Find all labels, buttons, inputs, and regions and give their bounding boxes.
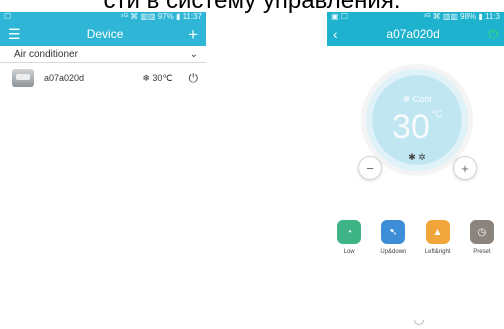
- device-row[interactable]: a07a020d ❄ 30℃ ⏻: [0, 63, 206, 93]
- section-header[interactable]: Air conditioner ⌄: [0, 46, 206, 63]
- left-status-icon: ☐: [4, 12, 12, 21]
- increase-temperature-button[interactable]: +: [453, 156, 477, 180]
- left-title: Device: [86, 27, 124, 41]
- right-title: a07a020d: [386, 27, 440, 41]
- preset-button[interactable]: ◷ Preset: [460, 220, 504, 280]
- leftright-label: Left&right: [424, 249, 451, 255]
- mode-label: ❄ Cool: [402, 94, 432, 104]
- device-thumbnail: [12, 69, 34, 87]
- add-icon[interactable]: +: [188, 26, 198, 43]
- mode-buttons: ◔ Low ➷ Up&down ▲ Left&right ◷ Preset: [327, 220, 504, 280]
- swing-updown-icon: ➷: [381, 220, 406, 244]
- menu-icon[interactable]: ☰: [8, 26, 22, 43]
- low-label: Low: [343, 249, 355, 255]
- right-status-icons: ▣ ☐: [331, 12, 348, 21]
- section-label: Air conditioner: [14, 48, 78, 60]
- preset-label: Preset: [473, 249, 491, 255]
- temperature-value: 30: [392, 108, 430, 146]
- right-status-bar: ▣ ☐ ⁴ᴳ ⌘ ▥▥ 98% ▮ 11:3: [327, 12, 504, 22]
- updown-label: Up&down: [380, 249, 407, 255]
- right-status-text: ⁴ᴳ ⌘ ▥▥ 98% ▮ 11:3: [422, 12, 500, 21]
- temperature-unit: °C: [431, 109, 442, 119]
- leftright-button[interactable]: ▲ Left&right: [416, 220, 460, 280]
- temperature-display: 30 °C: [361, 108, 473, 146]
- fan-low-icon: ◔: [337, 220, 362, 244]
- low-button[interactable]: ◔ Low: [327, 220, 371, 280]
- control-panel: ❄ Cool 30 °C ✱ ✲ − + ◔ Low ➷ Up&down ▲ Le…: [327, 46, 504, 329]
- left-phone: ☐ ⁴ᴳ ⌘ ▥▥ 97% ▮ 11:37 ☰ Device + Air con…: [0, 12, 206, 329]
- power-toggle-icon[interactable]: ⏻: [489, 27, 499, 42]
- device-temperature: ❄ 30℃: [142, 72, 173, 83]
- updown-button[interactable]: ➷ Up&down: [371, 220, 415, 280]
- right-app-bar: ‹ a07a020d ⏻: [327, 22, 504, 46]
- right-phone: ▣ ☐ ⁴ᴳ ⌘ ▥▥ 98% ▮ 11:3 ‹ a07a020d ⏻ ❄ Co…: [327, 12, 504, 329]
- swing-leftright-icon: ▲: [425, 220, 450, 244]
- back-icon[interactable]: ‹: [333, 26, 338, 42]
- left-app-bar: ☰ Device +: [0, 22, 206, 46]
- left-status-bar: ☐ ⁴ᴳ ⌘ ▥▥ 97% ▮ 11:37: [0, 12, 206, 22]
- left-status-text: ⁴ᴳ ⌘ ▥▥ 97% ▮ 11:37: [120, 12, 202, 21]
- clock-icon: ◷: [469, 220, 494, 244]
- home-indicator: [414, 320, 424, 325]
- chevron-down-icon[interactable]: ⌄: [190, 49, 198, 60]
- device-name: a07a020d: [44, 73, 85, 83]
- decrease-temperature-button[interactable]: −: [358, 156, 382, 180]
- power-icon[interactable]: ⏻: [189, 71, 199, 86]
